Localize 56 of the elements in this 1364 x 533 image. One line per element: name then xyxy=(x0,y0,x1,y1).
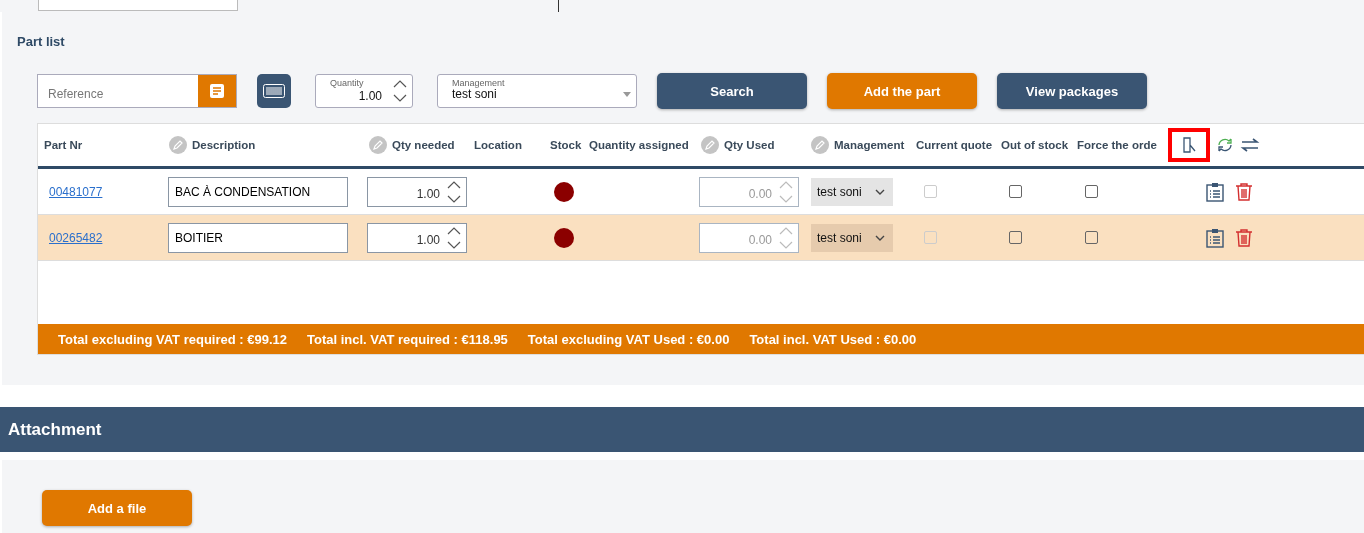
pencil-icon xyxy=(369,136,387,154)
chevron-icon xyxy=(875,188,885,195)
column-header: Quantity assigned xyxy=(589,139,689,151)
column-header: Current quote xyxy=(916,139,993,151)
part-number-link[interactable]: 00481077 xyxy=(49,184,103,199)
trash-icon[interactable] xyxy=(1235,181,1253,202)
column-header: Location xyxy=(474,139,522,151)
total-text: Total incl. VAT Used : €0.00 xyxy=(749,331,917,347)
list-icon xyxy=(209,83,225,99)
list-button[interactable] xyxy=(198,75,236,107)
management-select[interactable]: test soni xyxy=(811,223,893,252)
column-header: Out of stock xyxy=(1001,139,1069,151)
barcode-icon xyxy=(263,84,285,98)
checkbox[interactable] xyxy=(1009,231,1022,244)
total-text: Total excluding VAT required : €99.12 xyxy=(58,331,287,347)
column-header: Stock xyxy=(550,139,582,151)
toolbar-button[interactable]: Search xyxy=(657,73,807,109)
spinner-icon[interactable] xyxy=(446,179,462,204)
part-number-link[interactable]: 00265482 xyxy=(49,230,103,245)
reference-input[interactable]: Reference xyxy=(38,75,198,107)
select-field[interactable] xyxy=(38,0,238,11)
door-icon[interactable] xyxy=(1180,136,1198,154)
column-header: Qty needed xyxy=(392,139,455,151)
clipboard-list-icon[interactable] xyxy=(1205,227,1225,248)
quantity-field[interactable]: Quantity 1.00 xyxy=(315,74,413,108)
qty-needed-field[interactable]: 1.00 xyxy=(367,222,467,253)
column-header: Qty Used xyxy=(724,139,775,151)
pencil-icon xyxy=(169,136,187,154)
spinner-icon[interactable] xyxy=(392,78,408,104)
clipboard-list-icon[interactable] xyxy=(1205,181,1225,202)
caret-icon xyxy=(623,92,631,97)
checkbox[interactable] xyxy=(1009,185,1022,198)
qty-needed-field[interactable]: 1.00 xyxy=(367,176,467,207)
pencil-icon xyxy=(811,136,829,154)
section-title: Part list xyxy=(17,34,66,49)
column-header: Description xyxy=(192,139,256,151)
pencil-icon xyxy=(701,136,719,154)
spinner-icon[interactable] xyxy=(446,225,462,250)
total-text: Total incl. VAT required : €118.95 xyxy=(307,331,508,347)
management-select[interactable]: test soni xyxy=(811,177,893,206)
chevron-icon xyxy=(875,234,885,241)
reference-field[interactable]: Reference xyxy=(37,74,237,108)
total-text: Total excluding VAT Used : €0.00 xyxy=(527,331,730,347)
swap-icon[interactable] xyxy=(1240,137,1260,153)
column-header: Force the orde xyxy=(1077,139,1157,151)
checkbox[interactable] xyxy=(1085,231,1098,244)
trash-icon[interactable] xyxy=(1235,227,1253,248)
column-header: Management xyxy=(834,139,905,151)
management-dropdown[interactable]: Management test soni xyxy=(437,74,637,108)
toolbar-button[interactable]: View packages xyxy=(997,73,1147,109)
checkbox[interactable] xyxy=(1085,185,1098,198)
description-input[interactable]: BAC À CONDENSATION xyxy=(168,176,348,207)
description-input[interactable]: BOITIER xyxy=(168,222,348,253)
section-header: Attachment xyxy=(0,407,1364,452)
barcode-button[interactable] xyxy=(257,74,291,108)
column-header: Part Nr xyxy=(44,139,83,151)
